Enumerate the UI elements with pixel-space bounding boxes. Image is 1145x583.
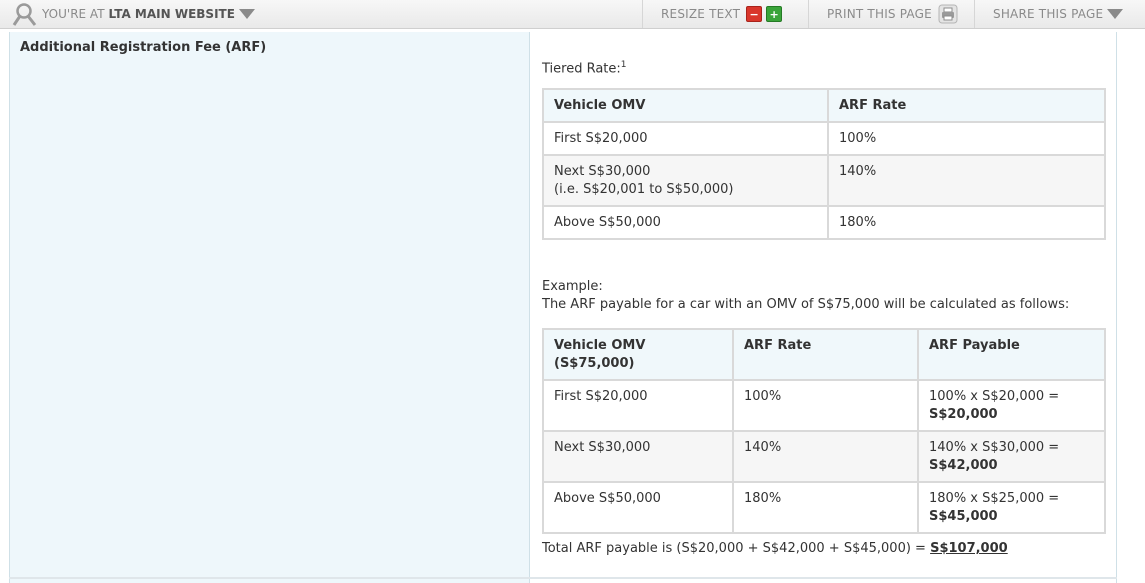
omv-cell: Above S$50,000: [542, 205, 829, 240]
row-title: Additional Registration Fee (ARF): [20, 40, 267, 55]
omv-note: (i.e. S$20,001 to S$50,000): [554, 182, 734, 197]
table-row: First S$20,000 100%: [542, 121, 1106, 156]
plus-icon: +: [769, 7, 779, 21]
table-row: Next S$30,000 140% 140% x S$30,000 = S$4…: [542, 430, 1106, 483]
payable-cell: 140% x S$30,000 = S$42,000: [917, 430, 1106, 483]
omv-cell: Above S$50,000: [542, 481, 734, 534]
omv-cell: Next S$30,000 (i.e. S$20,001 to S$50,000…: [542, 154, 829, 207]
location-prefix: YOU'RE AT: [42, 7, 105, 21]
example-block: Example: The ARF payable for a car with …: [542, 278, 1069, 314]
rate-cell: 140%: [827, 154, 1106, 207]
omv-value: Next S$30,000: [554, 164, 651, 179]
resize-text-label: RESIZE TEXT: [661, 7, 741, 21]
column-header: Vehicle OMV: [542, 88, 829, 123]
total-amount: S$107,000: [930, 541, 1008, 556]
tiered-rate-text: Tiered Rate:: [542, 61, 621, 77]
calc-text: 100% x S$20,000 =: [929, 389, 1060, 404]
payable-amount: S$20,000: [929, 407, 998, 422]
column-header-line: Vehicle OMV: [554, 338, 646, 353]
chevron-down-icon: [238, 9, 255, 19]
payable-amount: S$45,000: [929, 509, 998, 524]
table-header-row: Vehicle OMV (S$75,000) ARF Rate ARF Paya…: [542, 328, 1106, 381]
footnote-link[interactable]: 1: [621, 60, 627, 70]
example-description: The ARF payable for a car with an OMV of…: [542, 297, 1070, 312]
rate-cell: 140%: [732, 430, 919, 483]
location-site: LTA MAIN WEBSITE: [108, 7, 235, 21]
chevron-down-icon: [1107, 9, 1124, 19]
rate-cell: 100%: [732, 379, 919, 432]
ribbon-icon: [12, 3, 37, 26]
column-header: ARF Rate: [732, 328, 919, 381]
total-arf-line: Total ARF payable is (S$20,000 + S$42,00…: [542, 540, 1008, 558]
omv-cell: First S$20,000: [542, 121, 829, 156]
table-header-row: Vehicle OMV ARF Rate: [542, 88, 1106, 123]
table-row: Above S$50,000 180%: [542, 205, 1106, 240]
tiered-rate-table: Vehicle OMV ARF Rate First S$20,000 100%…: [542, 88, 1106, 240]
column-header-line: (S$75,000): [554, 356, 635, 371]
printer-icon: [938, 4, 958, 24]
print-label: PRINT THIS PAGE: [827, 7, 932, 21]
top-toolbar: YOU'RE AT LTA MAIN WEBSITE RESIZE TEXT −…: [0, 0, 1145, 29]
column-header: Vehicle OMV (S$75,000): [542, 328, 734, 381]
decrease-text-button[interactable]: −: [746, 6, 763, 22]
rate-cell: 100%: [827, 121, 1106, 156]
table-row: Above S$50,000 180% 180% x S$25,000 = S$…: [542, 481, 1106, 534]
increase-text-button[interactable]: +: [766, 6, 783, 22]
rate-cell: 180%: [827, 205, 1106, 240]
payable-cell: 100% x S$20,000 = S$20,000: [917, 379, 1106, 432]
row-divider: [9, 577, 1117, 579]
rate-cell: 180%: [732, 481, 919, 534]
row-content-cell: Tiered Rate:1 Vehicle OMV ARF Rate First…: [530, 32, 1117, 583]
payable-cell: 180% x S$25,000 = S$45,000: [917, 481, 1106, 534]
resize-text-control: RESIZE TEXT − +: [642, 0, 808, 28]
table-row: First S$20,000 100% 100% x S$20,000 = S$…: [542, 379, 1106, 432]
tiered-rate-label: Tiered Rate:1: [542, 56, 627, 78]
share-page-button[interactable]: SHARE THIS PAGE: [974, 0, 1145, 28]
example-label: Example:: [542, 279, 603, 294]
omv-cell: First S$20,000: [542, 379, 734, 432]
column-header: ARF Payable: [917, 328, 1106, 381]
omv-cell: Next S$30,000: [542, 430, 734, 483]
column-header: ARF Rate: [827, 88, 1106, 123]
minus-icon: −: [749, 7, 759, 21]
calc-text: 180% x S$25,000 =: [929, 491, 1060, 506]
share-label: SHARE THIS PAGE: [993, 7, 1104, 21]
table-row: Next S$30,000 (i.e. S$20,001 to S$50,000…: [542, 154, 1106, 207]
row-label-cell: Additional Registration Fee (ARF): [9, 32, 530, 583]
example-calculation-table: Vehicle OMV (S$75,000) ARF Rate ARF Paya…: [542, 328, 1106, 534]
print-page-button[interactable]: PRINT THIS PAGE: [808, 0, 974, 28]
payable-amount: S$42,000: [929, 458, 998, 473]
site-switcher[interactable]: YOU'RE AT LTA MAIN WEBSITE: [10, 3, 255, 26]
total-text: Total ARF payable is (S$20,000 + S$42,00…: [542, 541, 931, 556]
calc-text: 140% x S$30,000 =: [929, 440, 1060, 455]
